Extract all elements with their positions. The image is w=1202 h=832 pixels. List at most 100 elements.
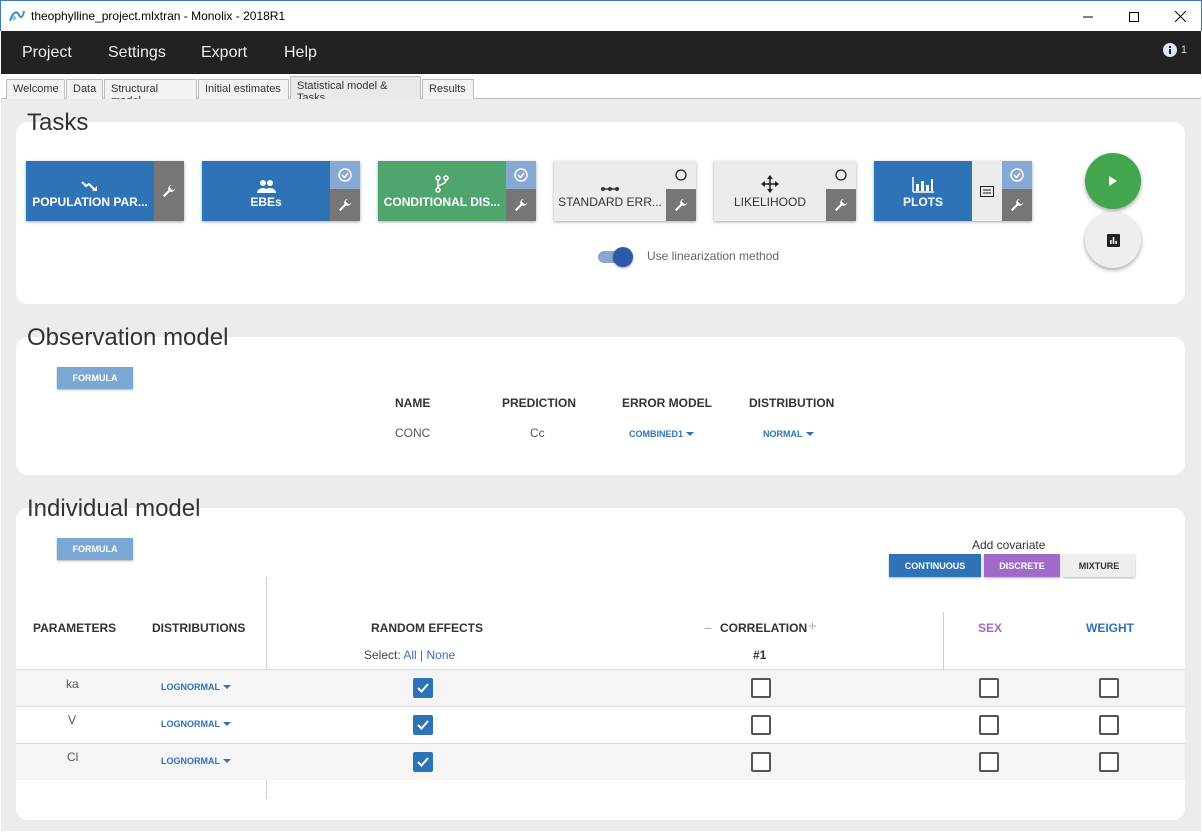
task-likelihood: LIKELIHOOD: [714, 161, 856, 221]
correlation-checkbox-v[interactable]: [751, 715, 771, 735]
info-notifications[interactable]: 1: [1162, 43, 1187, 57]
tab-welcome[interactable]: Welcome: [6, 79, 65, 99]
check-icon: [417, 757, 429, 767]
task-settings-button[interactable]: [826, 189, 856, 221]
parameter-distribution-dropdown[interactable]: LOGNORMAL: [161, 756, 231, 766]
check-circle-icon: [514, 168, 528, 182]
add-continuous-covariate-button[interactable]: CONTINUOUS: [889, 554, 981, 577]
correlation-checkbox-cl[interactable]: [751, 752, 771, 772]
task-population-parameters: POPULATION PAR...: [26, 161, 184, 221]
info-icon: [1162, 43, 1177, 57]
people-icon: [257, 180, 276, 193]
menu-export[interactable]: Export: [201, 44, 247, 62]
random-effect-checkbox-v[interactable]: [413, 715, 433, 735]
weight-checkbox-ka[interactable]: [1099, 678, 1119, 698]
correlation-checkbox-ka[interactable]: [751, 678, 771, 698]
check-circle-icon: [338, 168, 352, 182]
task-status-toggle[interactable]: [506, 161, 536, 189]
task-settings-button[interactable]: [666, 189, 696, 221]
observation-name: CONC: [395, 426, 431, 440]
header-distributions: DISTRIBUTIONS: [152, 621, 246, 635]
wrench-icon: [1011, 199, 1023, 211]
task-population-parameters-button[interactable]: POPULATION PAR...: [26, 161, 154, 221]
header-weight: WEIGHT: [1086, 621, 1134, 635]
info-count: 1: [1180, 44, 1187, 56]
add-correlation-button[interactable]: +: [808, 618, 817, 635]
remove-correlation-button[interactable]: −: [704, 620, 712, 636]
parameter-name: Cl: [67, 750, 79, 764]
parameter-name: ka: [66, 677, 79, 691]
tab-data[interactable]: Data: [66, 79, 103, 99]
sex-checkbox-cl[interactable]: [979, 752, 999, 772]
menu-help[interactable]: Help: [284, 44, 317, 62]
caret-down-icon: [805, 432, 814, 436]
header-parameters: PARAMETERS: [33, 621, 117, 635]
task-ebes: EBEs: [202, 161, 360, 221]
task-settings-button[interactable]: [506, 189, 536, 221]
add-discrete-covariate-button[interactable]: DISCRETE: [984, 554, 1060, 577]
task-status-toggle[interactable]: [666, 161, 696, 189]
linearization-label: Use linearization method: [647, 249, 780, 263]
task-settings-button[interactable]: [1002, 189, 1032, 221]
header-correlation: CORRELATION: [720, 621, 808, 635]
caret-down-icon: [223, 722, 231, 726]
results-chart-button[interactable]: [1085, 212, 1141, 268]
header-random-effects: RANDOM EFFECTS: [371, 621, 483, 635]
task-ebes-button[interactable]: EBEs: [202, 161, 330, 221]
empty-circle-icon: [835, 169, 847, 181]
observation-model-panel: [16, 337, 1185, 475]
add-mixture-covariate-button[interactable]: MIXTURE: [1063, 554, 1135, 577]
trend-down-icon: [81, 181, 97, 191]
wrench-icon: [163, 185, 175, 197]
parameter-name: V: [68, 713, 77, 727]
task-settings-button[interactable]: [154, 161, 184, 221]
tab-structural-model[interactable]: Structural model: [104, 79, 197, 107]
select-none-link[interactable]: None: [427, 648, 456, 662]
tab-results[interactable]: Results: [422, 79, 474, 99]
tab-statistical-model-tasks[interactable]: Statistical model & Tasks: [290, 76, 421, 104]
run-button[interactable]: [1085, 153, 1141, 209]
wrench-icon: [835, 199, 847, 211]
task-label: STANDARD ERR...: [558, 195, 662, 209]
error-model-dropdown[interactable]: COMBINED1: [629, 429, 695, 439]
menu-project[interactable]: Project: [22, 44, 72, 62]
tab-initial-estimates[interactable]: Initial estimates: [198, 79, 289, 99]
select-all-link[interactable]: All: [403, 648, 416, 662]
minimize-button[interactable]: [1065, 1, 1111, 32]
close-icon: [1174, 11, 1186, 22]
menu-bar: Project Settings Export Help 1: [1, 31, 1201, 74]
task-status-toggle[interactable]: [826, 161, 856, 189]
maximize-button[interactable]: [1111, 1, 1157, 32]
random-effect-checkbox-cl[interactable]: [413, 752, 433, 772]
weight-checkbox-v[interactable]: [1099, 715, 1119, 735]
task-label: CONDITIONAL DIS...: [383, 195, 501, 209]
distribution-dropdown[interactable]: NORMAL: [763, 429, 814, 439]
add-covariate-label: Add covariate: [972, 538, 1046, 552]
weight-checkbox-cl[interactable]: [1099, 752, 1119, 772]
plots-list-button[interactable]: [972, 161, 1002, 221]
move-arrows-icon: [761, 175, 779, 193]
task-status-toggle[interactable]: [330, 161, 360, 189]
bar-chart-icon: [912, 177, 934, 193]
minimize-icon: [1083, 16, 1093, 17]
linearization-toggle[interactable]: [598, 247, 634, 267]
random-effect-checkbox-ka[interactable]: [413, 678, 433, 698]
sex-checkbox-v[interactable]: [979, 715, 999, 735]
parameter-distribution-dropdown[interactable]: LOGNORMAL: [161, 682, 231, 692]
task-plots-button[interactable]: PLOTS: [874, 161, 972, 221]
individual-formula-button[interactable]: FORMULA: [57, 538, 133, 560]
close-button[interactable]: [1157, 1, 1202, 32]
task-likelihood-button[interactable]: LIKELIHOOD: [714, 161, 826, 221]
task-standard-errors-button[interactable]: STANDARD ERR...: [554, 161, 666, 221]
observation-formula-button[interactable]: FORMULA: [57, 367, 133, 389]
parameter-distribution-value: LOGNORMAL: [161, 682, 220, 692]
sex-checkbox-ka[interactable]: [979, 678, 999, 698]
task-label: EBEs: [250, 195, 282, 209]
task-settings-button[interactable]: [330, 189, 360, 221]
menu-settings[interactable]: Settings: [108, 44, 166, 62]
task-conditional-distribution-button[interactable]: CONDITIONAL DIS...: [378, 161, 506, 221]
parameter-distribution-dropdown[interactable]: LOGNORMAL: [161, 719, 231, 729]
chart-box-icon: [1106, 233, 1120, 247]
task-status-toggle[interactable]: [1002, 161, 1032, 189]
dots-line-icon: [601, 187, 619, 191]
